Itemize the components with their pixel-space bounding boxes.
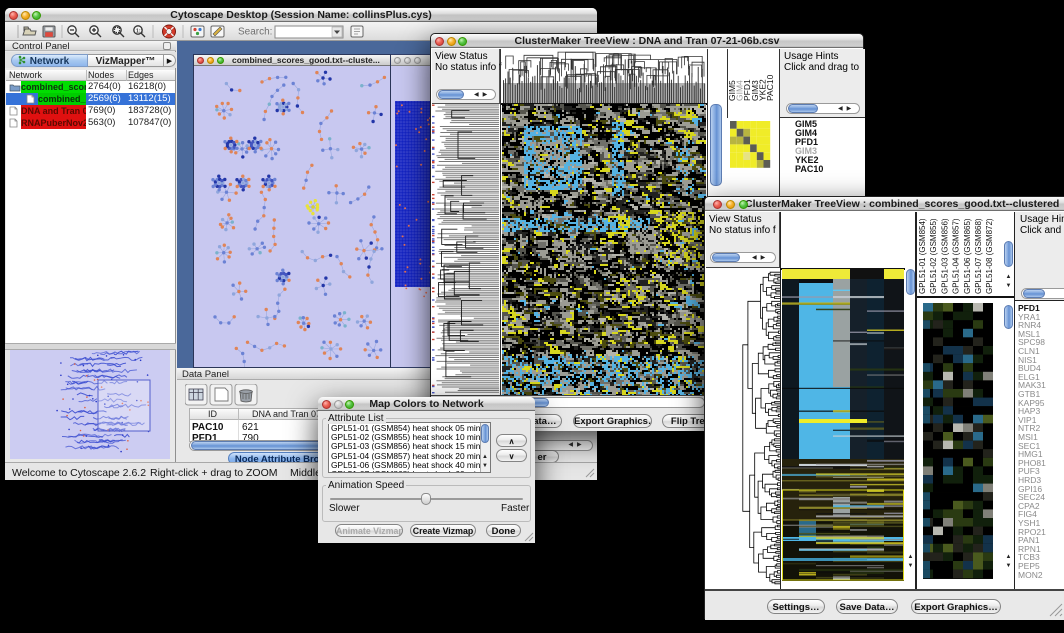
svg-text:1:1: 1:1 [136,29,143,35]
svg-text:PAC10: PAC10 [765,74,775,101]
svg-text:Search:: Search: [238,27,272,38]
svg-text:GPL51-02 (GSM855): GPL51-02 (GSM855) [929,218,938,294]
svg-text:GPL51-03 (GSM856): GPL51-03 (GSM856) [940,218,949,294]
svg-text:GPL51-04 (GSM857): GPL51-04 (GSM857) [952,218,961,294]
svg-text:GPL51-08 (GSM872): GPL51-08 (GSM872) [985,218,994,294]
svg-text:GPL51-06 (GSM865): GPL51-06 (GSM865) [963,218,972,294]
svg-text:GPL51-07 (GSM868): GPL51-07 (GSM868) [974,218,983,294]
svg-text:GPL51-01 (GSM854): GPL51-01 (GSM854) [918,218,927,294]
